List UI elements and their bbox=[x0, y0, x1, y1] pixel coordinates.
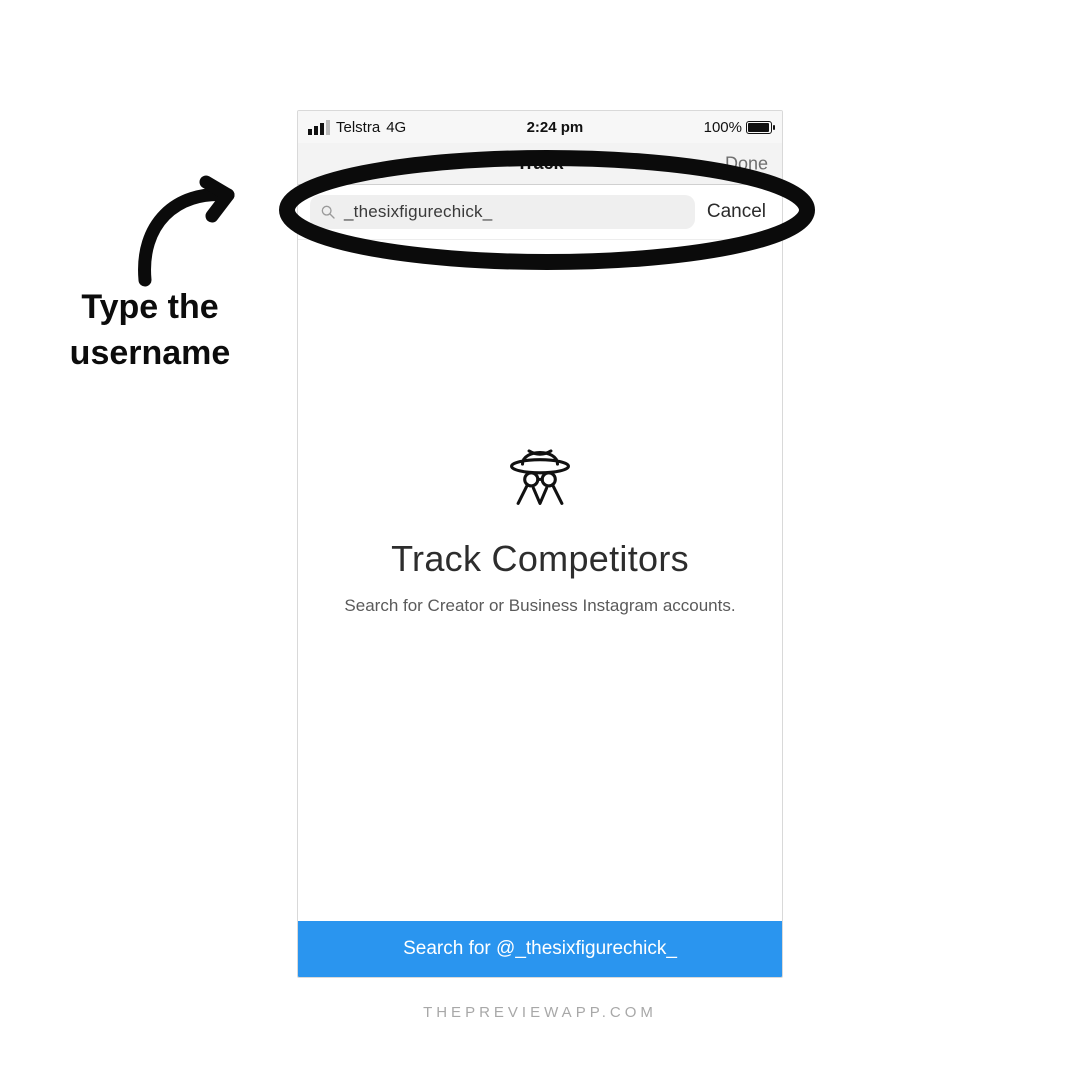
search-input[interactable]: _thesixfigurechick_ bbox=[310, 195, 695, 229]
annotation-arrow-icon bbox=[120, 170, 260, 290]
done-button[interactable]: Done bbox=[725, 153, 768, 174]
search-input-value: _thesixfigurechick_ bbox=[344, 202, 492, 222]
body-subtitle: Search for Creator or Business Instagram… bbox=[344, 596, 735, 616]
search-icon bbox=[320, 204, 336, 220]
signal-icon bbox=[308, 120, 330, 135]
status-time: 2:24 pm bbox=[527, 119, 584, 136]
search-action-button[interactable]: Search for @_thesixfigurechick_ bbox=[298, 921, 782, 977]
phone-body: Track Competitors Search for Creator or … bbox=[298, 240, 782, 921]
canvas: Telstra 4G 2:24 pm 100% Track Done _thes… bbox=[0, 0, 1080, 1080]
network-label: 4G bbox=[386, 119, 406, 136]
battery-icon bbox=[746, 121, 772, 134]
watermark: THEPREVIEWAPP.COM bbox=[0, 1004, 1080, 1021]
carrier-label: Telstra bbox=[336, 119, 380, 136]
annotation-text: Type the username bbox=[40, 285, 260, 377]
status-right: 100% bbox=[704, 119, 772, 136]
spy-icon bbox=[505, 440, 575, 510]
search-row: _thesixfigurechick_ Cancel bbox=[298, 185, 782, 240]
status-left: Telstra 4G bbox=[308, 119, 406, 136]
page-title: Track bbox=[516, 153, 563, 174]
status-bar: Telstra 4G 2:24 pm 100% bbox=[298, 111, 782, 143]
cancel-button[interactable]: Cancel bbox=[703, 201, 770, 223]
annotation-line1: Type the bbox=[40, 285, 260, 331]
nav-bar: Track Done bbox=[298, 143, 782, 185]
battery-pct: 100% bbox=[704, 119, 742, 136]
phone-frame: Telstra 4G 2:24 pm 100% Track Done _thes… bbox=[297, 110, 783, 978]
body-title: Track Competitors bbox=[391, 538, 689, 580]
annotation-line2: username bbox=[40, 331, 260, 377]
